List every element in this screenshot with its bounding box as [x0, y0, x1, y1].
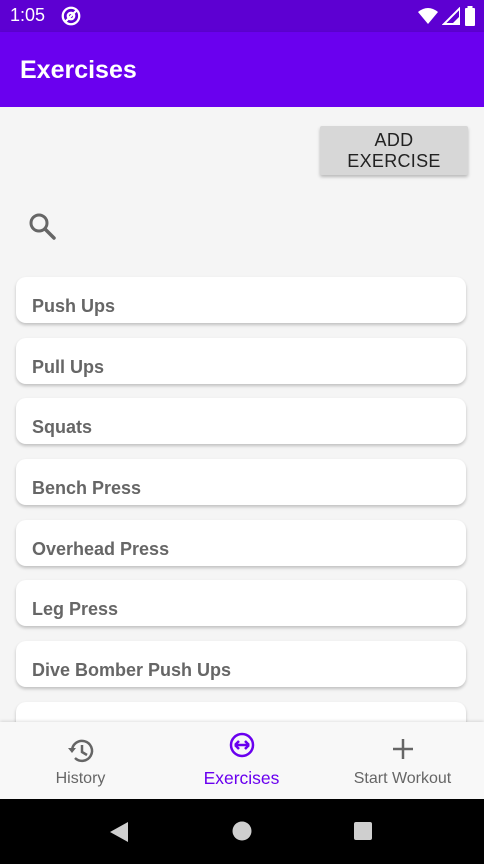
history-icon [67, 739, 93, 763]
nav-item-exercises[interactable]: Exercises [161, 722, 322, 799]
recents-icon[interactable] [353, 821, 373, 841]
status-time: 1:05 [10, 5, 46, 25]
exercise-name: Squats [32, 417, 93, 438]
exercise-card[interactable]: Dive Bomber Push Ups [16, 641, 466, 688]
at-sign-icon [61, 6, 81, 26]
battery-icon [465, 6, 475, 26]
exercise-name: Push Ups [32, 296, 116, 316]
nav-item-history[interactable]: History [0, 722, 161, 799]
status-bar: 1:05 [0, 0, 484, 32]
exercise-card[interactable]: Pull Ups [16, 337, 466, 384]
app-bar: Exercises [0, 32, 484, 107]
exercises-icon [229, 732, 254, 758]
exercise-name: Dive Bomber Push Ups [32, 660, 232, 681]
back-icon[interactable] [108, 820, 130, 844]
wifi-icon [418, 8, 438, 24]
plus-icon [392, 739, 413, 759]
exercise-list: Push Ups Pull Ups Squats Bench Press Ove… [16, 277, 466, 722]
page-title: Exercises [20, 56, 137, 84]
nav-label-start-workout: Start Workout [353, 770, 452, 787]
nav-label-history: History [55, 770, 106, 787]
exercise-name: Overhead Press [32, 538, 170, 559]
signal-icon [442, 7, 460, 25]
add-exercise-button[interactable]: ADD EXERCISE [320, 126, 468, 175]
exercise-name: Bench Press [32, 478, 142, 499]
exercise-card-partial[interactable] [16, 701, 466, 722]
exercise-name: Leg Press [32, 599, 119, 620]
exercise-card[interactable]: Bench Press [16, 459, 466, 506]
nav-label-exercises: Exercises [203, 768, 280, 788]
exercise-name: Pull Ups [32, 356, 105, 377]
search-icon[interactable] [27, 211, 57, 241]
home-icon[interactable] [231, 820, 253, 842]
exercise-card[interactable]: Leg Press [16, 580, 466, 627]
main-content: ADD EXERCISE Push Ups Pull Ups Squats Be… [0, 107, 484, 722]
bottom-navigation: History Exercises Start Workout [0, 722, 484, 799]
system-navigation-bar [0, 799, 484, 864]
exercise-card[interactable]: Push Ups [16, 277, 466, 323]
exercise-card[interactable]: Overhead Press [16, 519, 466, 566]
nav-item-start-workout[interactable]: Start Workout [322, 722, 483, 799]
exercise-card[interactable]: Squats [16, 398, 466, 445]
